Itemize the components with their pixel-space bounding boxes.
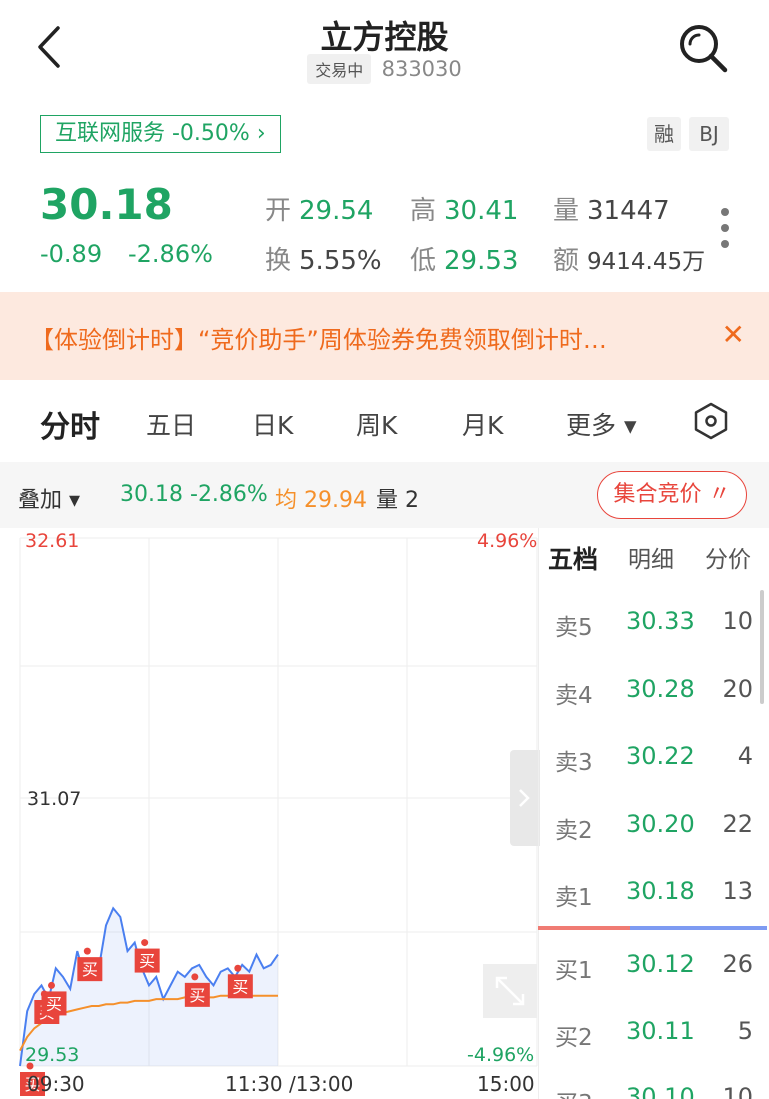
buy-marker-dot	[234, 964, 242, 972]
overlay-pct: -2.86%	[190, 482, 268, 507]
promo-banner[interactable]: 【体验倒计时】“竞价助手”周体验券免费领取倒计时… ✕	[0, 292, 769, 380]
low-stat: 低 29.53	[410, 246, 519, 276]
overlay-dropdown[interactable]: 叠加 ▾	[18, 482, 80, 514]
amount-stat: 额 9414.45万	[553, 246, 706, 276]
chevron-right-icon	[519, 789, 530, 807]
y-mid-label: 31.07	[27, 788, 82, 810]
search-icon[interactable]	[677, 22, 729, 74]
buy-marker[interactable]: 买	[134, 948, 160, 973]
industry-link[interactable]: 互联网服务 -0.50% ›	[40, 115, 281, 153]
buy-marker[interactable]: 买	[184, 982, 210, 1007]
tab-weekly-k[interactable]: 周K	[356, 406, 397, 442]
chart-period-tabs: 分时 五日 日K 周K 月K 更多 ▾	[0, 390, 769, 460]
buy-marker-dot	[141, 939, 149, 947]
tab-more[interactable]: 更多 ▾	[566, 406, 637, 442]
overlay-avg: 均 29.94	[275, 488, 367, 513]
tab-price-volume[interactable]: 分价	[705, 540, 751, 574]
x-tick-open: 09:30	[27, 1072, 85, 1096]
settings-hexagon-icon[interactable]	[693, 402, 729, 440]
high-stat: 高 30.41	[410, 196, 519, 226]
stock-code: 833030	[381, 57, 462, 81]
fullscreen-icon	[495, 976, 525, 1006]
overlay-volume: 量 2	[376, 488, 419, 513]
open-stat: 开 29.54	[265, 196, 374, 226]
svg-text:买: 买	[189, 986, 205, 1005]
price-change: -0.89	[40, 240, 103, 268]
stock-name: 立方控股	[320, 18, 449, 56]
buy-marker[interactable]: 买	[227, 974, 253, 999]
orderbook-scrollbar[interactable]	[760, 590, 764, 704]
svg-text:买: 买	[139, 952, 155, 971]
tab-details[interactable]: 明细	[628, 540, 674, 574]
orderbook-divider-ask	[538, 926, 630, 930]
svg-text:买: 买	[82, 960, 98, 979]
promo-text[interactable]: 【体验倒计时】“竞价助手”周体验券免费领取倒计时…	[30, 320, 607, 355]
tab-five-levels[interactable]: 五档	[548, 540, 598, 576]
pct-min-label: -4.96%	[467, 1044, 535, 1066]
tab-intraday[interactable]: 分时	[40, 402, 100, 446]
tab-monthly-k[interactable]: 月K	[462, 406, 503, 442]
svg-text:买: 买	[232, 977, 248, 996]
buy-marker-dot	[48, 981, 55, 989]
y-max-label: 32.61	[25, 530, 80, 552]
buy-marker-dot	[191, 973, 199, 981]
buy-marker[interactable]: 买	[41, 991, 67, 1016]
exchange-tag: BJ	[689, 117, 729, 151]
price-change-pct: -2.86%	[128, 240, 213, 268]
buy-marker[interactable]: 买	[77, 957, 103, 982]
x-tick-midday: 11:30 /13:00	[225, 1072, 354, 1096]
y-min-label: 29.53	[25, 1044, 80, 1066]
tab-daily-k[interactable]: 日K	[252, 406, 293, 442]
stock-subline: 交易中 833030	[0, 54, 769, 84]
volume-stat: 量 31447	[553, 196, 670, 226]
turnover-stat: 换 5.55%	[265, 246, 382, 276]
last-price: 30.18	[40, 180, 173, 229]
orderbook-divider-bid	[630, 926, 767, 930]
header: 立方控股 交易中 833030	[0, 0, 769, 100]
expand-orderbook-handle[interactable]	[510, 750, 540, 846]
overlay-price: 30.18	[120, 482, 183, 507]
buy-marker-dot	[83, 947, 91, 955]
margin-tag: 融	[647, 117, 681, 151]
pct-max-label: 4.96%	[477, 530, 538, 552]
tab-five-day[interactable]: 五日	[146, 406, 196, 442]
more-vertical-icon[interactable]	[719, 208, 731, 254]
intraday-chart[interactable]: 买买买买买买买	[0, 528, 540, 1099]
call-auction-button[interactable]: 集合竞价 〃	[597, 471, 747, 519]
x-tick-close: 15:00	[477, 1072, 535, 1096]
trading-status-badge: 交易中	[307, 54, 372, 84]
fullscreen-button[interactable]	[483, 964, 537, 1018]
svg-text:买: 买	[46, 994, 62, 1013]
close-icon[interactable]: ✕	[722, 318, 745, 351]
